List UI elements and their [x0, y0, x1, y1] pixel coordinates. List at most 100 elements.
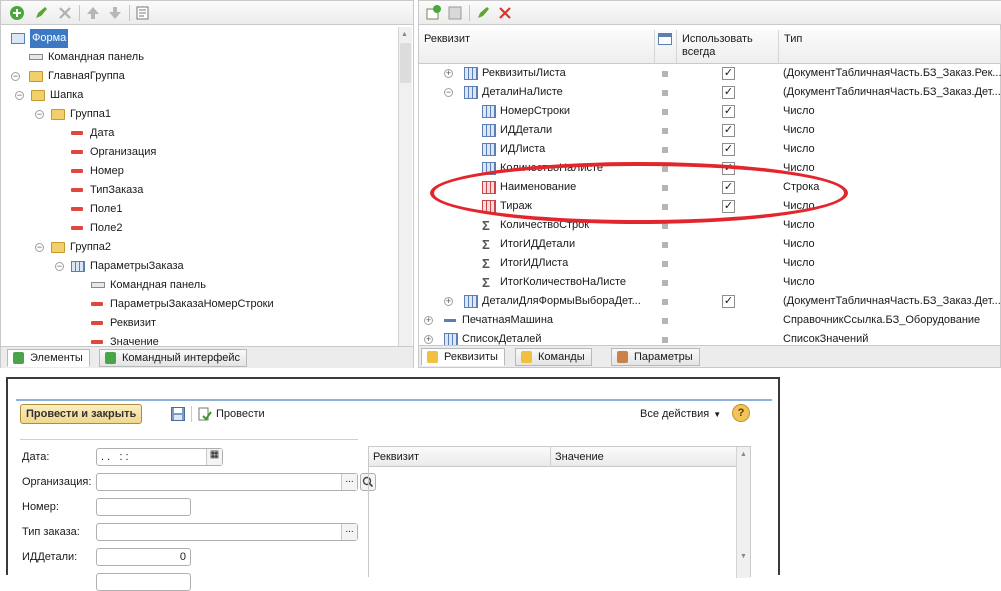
use-always-checkbox[interactable]: ✓ [722, 105, 735, 118]
delete-icon[interactable] [57, 5, 73, 21]
expand-toggle-icon[interactable]: + [444, 69, 453, 78]
save-icon[interactable] [170, 406, 186, 422]
col-use-always-icon-header[interactable] [655, 30, 677, 64]
move-up-icon[interactable] [85, 5, 101, 21]
table-row[interactable]: КоличествоНаЛисте ✓ Число [420, 159, 1001, 178]
post-icon[interactable] [198, 406, 212, 422]
row-type: СправочникСсылка.БЗ_Оборудование [783, 314, 981, 326]
use-always-checkbox[interactable]: ✓ [722, 67, 735, 80]
choose-button[interactable]: ... [341, 474, 357, 490]
tree-item[interactable]: Дата [1, 124, 397, 143]
collapse-toggle-icon[interactable]: − [15, 91, 24, 100]
tree-item[interactable]: − Группа2 [1, 238, 397, 257]
tree-item[interactable]: Командная панель [1, 276, 397, 295]
tree-item[interactable]: Значение [1, 333, 397, 347]
calendar-icon[interactable]: ▦ [206, 449, 222, 465]
tree-item[interactable]: − Шапка [1, 86, 397, 105]
table-row[interactable]: Σ КоличествоСтрок Число [420, 216, 1001, 235]
collapse-toggle-icon[interactable]: − [11, 72, 20, 81]
expand-toggle-icon[interactable]: − [444, 88, 453, 97]
tree-item[interactable]: ПараметрыЗаказаНомерСтроки [1, 295, 397, 314]
field-input[interactable] [96, 573, 191, 591]
tree-item[interactable]: − Группа1 [1, 105, 397, 124]
collapse-toggle-icon[interactable]: − [55, 262, 64, 271]
table-row[interactable]: Тираж ✓ Число [420, 197, 1001, 216]
tree-item[interactable]: Форма [1, 29, 397, 48]
tree-item[interactable]: Реквизит [1, 314, 397, 333]
tab-parameters[interactable]: Параметры [611, 348, 700, 366]
expand-toggle-icon[interactable]: + [424, 316, 433, 325]
col-value[interactable]: Значение [551, 447, 736, 467]
field-input[interactable]: 0 [96, 548, 191, 566]
table-row[interactable]: Σ ИтогКоличествоНаЛисте Число [420, 273, 1001, 292]
collapse-toggle-icon[interactable]: − [35, 110, 44, 119]
table-row[interactable]: ИДДетали ✓ Число [420, 121, 1001, 140]
table-row[interactable]: Σ ИтогИДЛиста Число [420, 254, 1001, 273]
tree-item[interactable]: Поле1 [1, 200, 397, 219]
field-input[interactable]: ... [96, 523, 358, 541]
col-use-always[interactable]: Использовать всегда [677, 30, 779, 64]
tab-command-interface[interactable]: Командный интерфейс [99, 349, 248, 367]
table-row[interactable]: − ДеталиНаЛисте ✓ (ДокументТабличнаяЧасть.Б… [420, 83, 1001, 102]
table-row[interactable]: Наименование ✓ Строка [420, 178, 1001, 197]
field-input[interactable] [96, 498, 191, 516]
move-down-icon[interactable] [107, 5, 123, 21]
table-row[interactable]: Σ ИтогИДДетали Число [420, 235, 1001, 254]
all-actions-menu[interactable]: Все действия ▼ [640, 405, 721, 424]
row-type: (ДокументТабличнаяЧасть.БЗ_Заказ.Рек... [783, 67, 1001, 79]
table-row[interactable]: + РеквизитыЛиста ✓ (ДокументТабличнаяЧасть.… [420, 64, 1001, 83]
post-and-close-button[interactable]: Провести и закрыть [20, 404, 143, 424]
post-button[interactable]: Провести [216, 405, 265, 423]
help-icon[interactable]: ? [732, 404, 750, 422]
command-panel-icon [29, 54, 43, 60]
col-requisite[interactable]: Реквизит [369, 447, 551, 467]
table-row[interactable]: НомерСтроки ✓ Число [420, 102, 1001, 121]
field-value: . . : : [101, 451, 129, 463]
tree-item[interactable]: Номер [1, 162, 397, 181]
use-always-checkbox[interactable]: ✓ [722, 295, 735, 308]
tab-requisites[interactable]: Реквизиты [421, 348, 505, 366]
col-requisite[interactable]: Реквизит [419, 30, 655, 64]
collapse-toggle-icon[interactable]: − [35, 243, 44, 252]
add-attribute-icon[interactable] [425, 5, 441, 21]
table-row[interactable]: + ДеталиДляФормыВыбораДет... ✓ (ДокументТаб… [420, 292, 1001, 311]
field-input[interactable]: . . : : ▦ [96, 448, 223, 466]
marker-icon [662, 280, 668, 286]
tab-commands[interactable]: Команды [515, 348, 592, 366]
tree-item-label: Организация [90, 146, 157, 158]
delete-icon[interactable] [497, 5, 513, 21]
tree-item[interactable]: Поле2 [1, 219, 397, 238]
col-type[interactable]: Тип [779, 30, 1001, 64]
column-icon [482, 181, 496, 194]
add-icon[interactable] [9, 5, 25, 21]
choose-button[interactable]: ... [341, 524, 357, 540]
row-type: Число [783, 143, 815, 155]
sum-icon: Σ [482, 218, 490, 233]
expand-toggle-icon[interactable]: + [424, 335, 433, 344]
expand-toggle-icon[interactable]: + [444, 297, 453, 306]
properties-icon[interactable] [135, 5, 151, 21]
tree-item[interactable]: ТипЗаказа [1, 181, 397, 200]
table-row[interactable]: + ПечатнаяМашина СправочникСсылка.БЗ_Обору… [420, 311, 1001, 330]
add-column-icon[interactable] [447, 5, 463, 21]
use-always-checkbox[interactable]: ✓ [722, 200, 735, 213]
tree-item-label: Форма [30, 29, 69, 48]
use-always-checkbox[interactable]: ✓ [722, 143, 735, 156]
field-input[interactable]: ... [96, 473, 358, 491]
tree-item[interactable]: Командная панель [1, 48, 397, 67]
left-scrollbar[interactable]: ▲ [398, 27, 412, 347]
row-type: Число [783, 238, 815, 250]
tab-elements[interactable]: Элементы [7, 349, 90, 367]
edit-icon[interactable] [475, 5, 491, 21]
use-always-checkbox[interactable]: ✓ [722, 181, 735, 194]
use-always-checkbox[interactable]: ✓ [722, 162, 735, 175]
tree-item[interactable]: − ГлавнаяГруппа [1, 67, 397, 86]
edit-icon[interactable] [33, 5, 49, 21]
table-row[interactable]: ИДЛиста ✓ Число [420, 140, 1001, 159]
use-always-checkbox[interactable]: ✓ [722, 86, 735, 99]
use-always-checkbox[interactable]: ✓ [722, 124, 735, 137]
table-scrollbar[interactable]: ▲ ▼ [736, 447, 750, 578]
tree-item[interactable]: Организация [1, 143, 397, 162]
row-name: ИтогИДДетали [500, 238, 576, 250]
tree-item[interactable]: − ПараметрыЗаказа [1, 257, 397, 276]
